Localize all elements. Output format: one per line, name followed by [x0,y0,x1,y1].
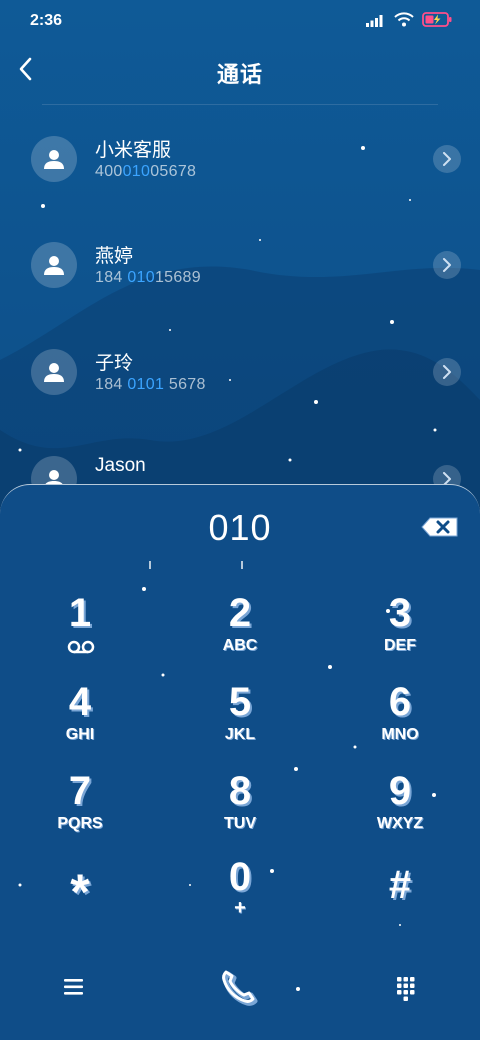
chevron-right-icon [443,258,451,272]
contact-name: 小米客服 [95,140,172,161]
chevron-right-icon [443,152,451,166]
battery-icon [422,12,452,27]
contact-list: 小米客服 40001005678 燕婷 184 01015689 子玲 184 … [0,105,480,485]
contact-number: 40001005678 [95,163,197,180]
wifi-icon [394,12,414,27]
avatar [31,349,77,395]
avatar [31,136,77,182]
person-icon [44,150,64,169]
status-time: 2:36 [30,12,63,29]
contact-item[interactable]: Jason [0,425,480,485]
contact-item[interactable]: 子玲 184 0101 5678 [0,318,480,424]
page-title: 通话 [216,62,263,87]
status-icons [366,12,452,27]
contact-detail-button[interactable] [433,145,461,173]
contact-detail-button[interactable] [433,251,461,279]
avatar [31,242,77,288]
avatar [31,456,77,485]
header: 通话 [0,42,480,104]
contact-item[interactable]: 燕婷 184 01015689 [0,211,480,317]
person-icon [44,256,64,275]
person-icon [44,470,64,485]
contact-number: 184 01015689 [95,269,201,286]
contact-detail-button[interactable] [433,465,461,485]
contact-number: 184 0101 5678 [95,376,206,393]
person-icon [44,363,64,382]
dialpad-panel: 010 1 2 ABC 3 DEF 4 GHI 5 JKL 6 MNO 7 PQ… [0,484,480,1040]
contact-detail-button[interactable] [433,358,461,386]
status-bar: 2:36 [0,0,480,42]
contact-name: 燕婷 [95,246,134,267]
contact-item[interactable]: 小米客服 40001005678 [0,105,480,211]
snow-decoration [18,587,436,991]
contact-name: Jason [95,455,146,476]
contact-name: 子玲 [95,353,134,374]
chevron-right-icon [443,365,451,379]
signal-icon [366,14,383,27]
